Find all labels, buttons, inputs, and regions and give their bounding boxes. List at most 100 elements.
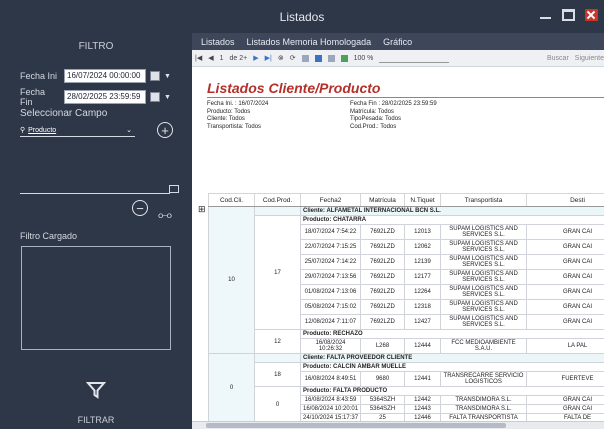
cliente-row: 10 Cliente: ALFAMETAL INTERNACIONAL BCN S… [208,206,604,354]
matricula-cell: 7692LZD [360,239,405,255]
fecha-cell: 29/07/2024 7:13:56 [300,269,361,285]
filtro-cargado-list[interactable] [21,246,171,350]
stop-icon[interactable]: ⊗ [278,54,284,62]
tiquet-cell: 12441 [404,371,441,387]
meta-cliente: Cliente: Todos [207,116,245,122]
destino-cell: GRAN CAI [526,395,604,405]
report-title: Listados Cliente/Producto [207,80,381,96]
producto-label: Producto: CHATARRA [300,215,604,225]
chevron-down-icon[interactable]: ▼ [164,94,171,101]
destino-cell: GRAN CAI [526,299,604,315]
horizontal-scrollbar[interactable] [192,421,604,429]
fecha-ini-input[interactable]: 16/07/2024 00:00:00 [64,69,146,83]
print-layout-icon[interactable] [314,54,322,62]
col-matricula[interactable]: Matrícula [360,193,405,207]
add-filter-button[interactable]: + [157,122,173,138]
export-icon[interactable] [340,54,348,62]
calendar-icon[interactable] [150,71,160,81]
next-page-icon[interactable]: ▶ [253,54,258,62]
zoom-value[interactable]: 100 % [354,55,374,62]
keyboard-icon[interactable] [169,185,179,193]
tiquet-cell: 12062 [404,239,441,255]
matricula-cell: L268 [360,338,405,354]
fecha-cell: 16/08/2024 10:20:01 [300,404,361,414]
minus-icon: − [136,200,144,216]
cod-prod-cell: 18 [254,362,301,387]
report-table: Cod.Cli. Cod.Prod. Fecha2 Matrícula N.Ti… [208,193,604,421]
destino-cell: GRAN CAI [526,269,604,285]
page-setup-icon[interactable] [327,54,335,62]
fecha-ini-row: Fecha Ini 16/07/2024 00:00:00 ▼ [20,69,171,83]
cliente-row: 0 Cliente: FALTA PROVEEDOR CLIENTE [208,353,604,421]
cliente-spacer [254,353,301,363]
filter-value-input[interactable] [20,193,170,194]
clear-filter-icon[interactable]: ⧟ [158,206,172,223]
close-icon[interactable] [585,9,598,21]
col-transportista[interactable]: Transportista [440,193,527,207]
table-body: 10 Cliente: ALFAMETAL INTERNACIONAL BCN S… [208,206,604,421]
cliente-spacer [254,206,301,216]
tiquet-cell: 12139 [404,254,441,270]
col-n-tiquet[interactable]: N.Tiquet [404,193,441,207]
cliente-label: Cliente: FALTA PROVEEDOR CLIENTE [300,353,604,363]
page-of: de 2+ [229,54,248,62]
page-current[interactable]: 1 [220,55,224,62]
destino-cell: GRAN CAI [526,314,604,330]
minimize-icon[interactable] [539,9,552,21]
filter-funnel-icon[interactable] [85,380,107,402]
zoom-select[interactable] [379,53,450,63]
tiquet-cell: 12427 [404,314,441,330]
prev-page-icon[interactable]: ◀ [208,54,213,62]
search-icon: ⚲ [20,127,26,134]
col-cod-prod[interactable]: Cod.Prod. [254,193,301,207]
transportista-cell: TRANSRECARRE SERVICIO LOGISTICOS [440,371,527,387]
destino-cell: GRAN CAI [526,284,604,300]
print-icon[interactable] [301,54,309,62]
tiquet-cell: 12446 [404,413,441,421]
next-result-button[interactable]: Siguiente [575,55,604,62]
transportista-cell: SUPAM LOGISTICS AND SERVICES S.L. [440,269,527,285]
table-header-row: Cod.Cli. Cod.Prod. Fecha2 Matrícula N.Ti… [208,193,604,207]
filter-title: FILTRO [78,41,114,52]
tab-listados[interactable]: Listados [201,37,235,47]
remove-filter-button[interactable]: − [132,200,148,216]
meta-producto: Producto: Todos [207,108,251,115]
campo-select[interactable]: ⚲ Producto ⌄ [20,124,135,137]
col-cod-cli[interactable]: Cod.Cli. [208,193,255,207]
destino-cell: GRAN CAI [526,239,604,255]
transportista-cell: FALTA TRANSPORTISTA [440,413,527,421]
fecha-cell: 16/08/2024 8:43:59 [300,395,361,405]
title-bar: Listados [0,0,604,33]
report-meta-left: Fecha Ini. : 16/07/2024 Producto: Todos … [207,101,268,131]
search-button[interactable]: Buscar [547,55,569,62]
tiquet-cell: 12444 [404,338,441,354]
scrollbar-thumb[interactable] [206,423,506,428]
chevron-down-icon[interactable]: ▼ [164,73,171,80]
calendar-icon[interactable] [150,92,160,102]
first-page-icon[interactable]: |◀ [195,54,202,62]
col-destino[interactable]: Desti [526,193,604,207]
transportista-cell: TRANSDIMORA S.L. [440,395,527,405]
meta-fecha-ini: Fecha Ini. : 16/07/2024 [207,101,269,107]
maximize-icon[interactable] [562,9,575,21]
meta-cod-prod: Cod.Prod.: Todos [350,123,397,130]
producto-row: 18 Producto: CALCÍN ÁMBAR MUELLE [209,362,604,387]
col-fecha2[interactable]: Fecha2 [300,193,361,207]
destino-cell: GRAN CAI [526,224,604,240]
filtrar-button[interactable]: FILTRAR [0,415,192,425]
tiquet-cell: 12442 [404,395,441,405]
matricula-cell: 7692LZD [360,299,405,315]
fecha-fin-input[interactable]: 28/02/2025 23:59:59 [64,90,146,104]
fecha-cell: 22/07/2024 7:15:25 [300,239,361,255]
tab-bar: Listados Listados Memoria Homologada Grá… [192,33,604,50]
producto-row: 12 Producto: RECHAZO [209,329,604,354]
fecha-cell: 16/08/2024 8:49:51 [300,371,361,387]
expand-group-icon[interactable]: ⊞ [198,204,206,215]
tab-grafico[interactable]: Gráfico [383,37,412,47]
fecha-cell: 24/10/2024 15:17:37 [300,413,361,421]
refresh-icon[interactable]: ⟳ [290,54,296,62]
cod-prod-cell: 12 [254,329,301,354]
destino-cell: LA PAL [526,338,604,354]
last-page-icon[interactable]: ▶| [265,54,272,62]
tab-listados-memoria[interactable]: Listados Memoria Homologada [247,37,372,47]
